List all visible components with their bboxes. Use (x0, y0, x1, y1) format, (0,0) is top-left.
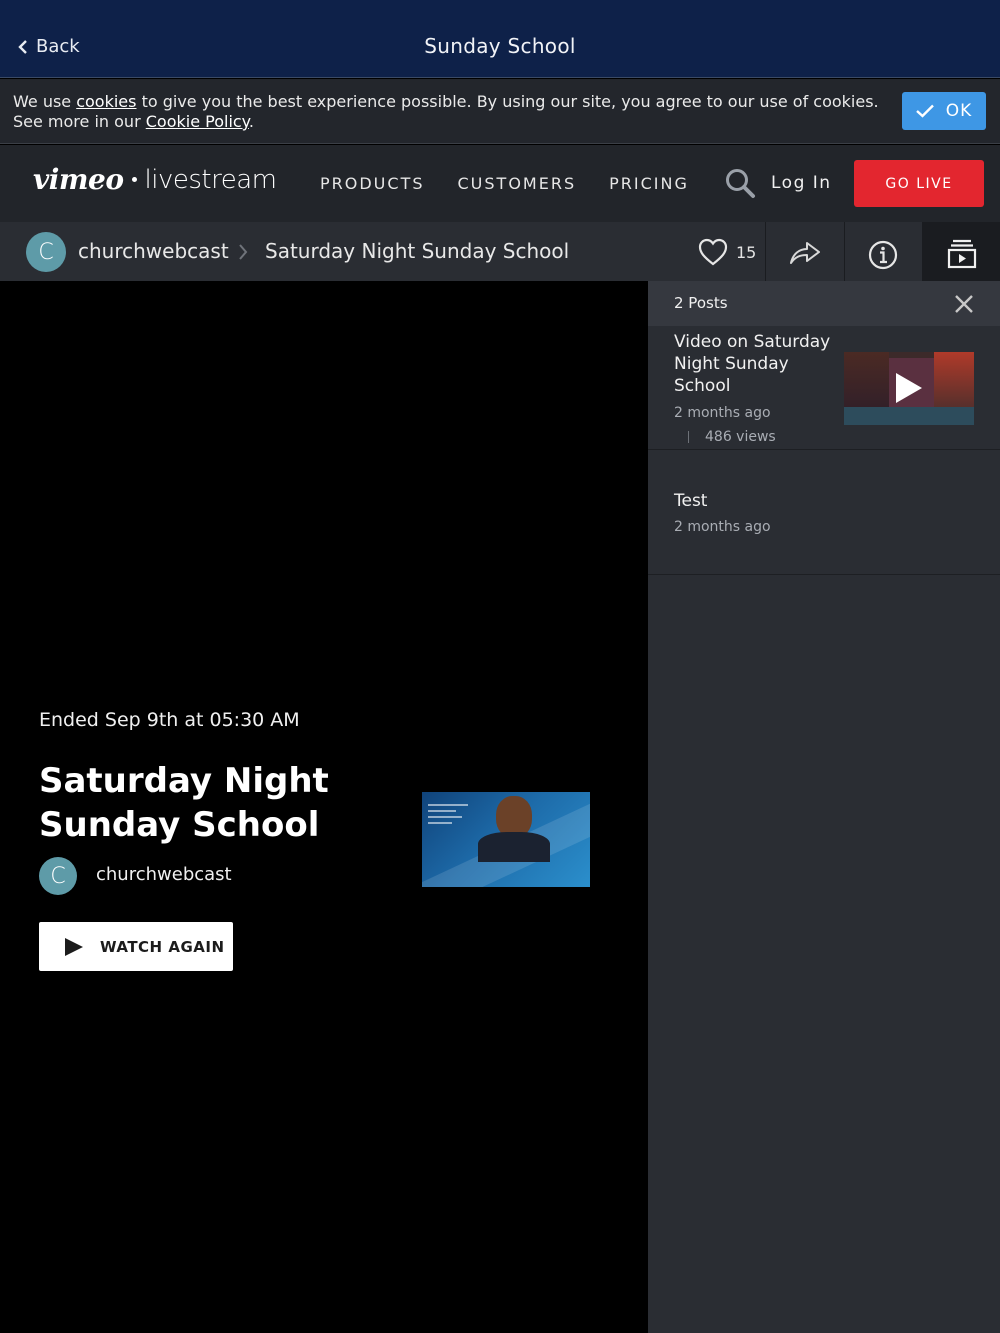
search-icon[interactable] (724, 167, 756, 199)
posts-tab[interactable] (922, 222, 1000, 281)
post-timestamp: 2 months ago (674, 405, 771, 421)
divider (765, 222, 766, 281)
post-video-thumbnail[interactable] (844, 352, 974, 425)
video-player-area: Ended Sep 9th at 05:30 AM Saturday Night… (0, 281, 648, 1333)
posts-count: 2 Posts (674, 294, 728, 312)
nav-links: PRODUCTS CUSTOMERS PRICING (320, 174, 689, 193)
like-count: 15 (736, 242, 757, 262)
post-views: 486 views (688, 429, 776, 445)
page-title: Sunday School (424, 34, 576, 58)
main-nav: vimeo livestream PRODUCTS CUSTOMERS PRIC… (0, 145, 1000, 222)
cookies-link[interactable]: cookies (76, 92, 136, 111)
divider (844, 222, 845, 281)
divider (688, 431, 689, 443)
cookie-message: We use cookies to give you the best expe… (13, 92, 883, 132)
vimeo-livestream-logo[interactable]: vimeo livestream (33, 163, 277, 196)
post-item[interactable]: Test 2 months ago (648, 451, 1000, 575)
post-title: Video on Saturday Night Sunday School (674, 332, 831, 396)
share-icon[interactable] (789, 239, 821, 265)
event-channel-name[interactable]: churchwebcast (96, 864, 232, 885)
go-live-button[interactable]: GO LIVE (854, 160, 984, 207)
cookie-policy-link[interactable]: Cookie Policy (146, 112, 249, 131)
nav-link-pricing[interactable]: PRICING (609, 174, 689, 193)
event-channel-avatar[interactable]: C (39, 857, 77, 895)
login-link[interactable]: Log In (771, 173, 832, 193)
cookie-ok-button[interactable]: OK (902, 92, 986, 130)
ok-label: OK (945, 101, 973, 121)
event-title: Saturday Night Sunday School (39, 761, 329, 845)
logo-livestream-text: livestream (144, 164, 277, 195)
close-icon[interactable] (954, 294, 974, 314)
heart-icon (698, 238, 728, 266)
cookie-banner: We use cookies to give you the best expe… (0, 79, 1000, 144)
nav-link-customers[interactable]: CUSTOMERS (458, 174, 577, 193)
nav-link-products[interactable]: PRODUCTS (320, 174, 425, 193)
cookie-text-part: . (248, 112, 254, 131)
post-item[interactable]: Video on Saturday Night Sunday School 2 … (648, 326, 1000, 450)
play-icon (896, 373, 922, 403)
logo-vimeo-text: vimeo (33, 163, 124, 196)
play-icon (65, 937, 83, 956)
watch-again-label: WATCH AGAIN (100, 937, 225, 956)
channel-avatar[interactable]: C (26, 232, 66, 272)
event-name-breadcrumb: Saturday Night Sunday School (265, 239, 570, 263)
checkmark-icon (915, 104, 934, 118)
cookie-text-part: We use (13, 92, 77, 111)
posts-panel-header: 2 Posts (648, 281, 1000, 326)
posts-playlist-icon (947, 239, 977, 269)
info-icon[interactable] (868, 240, 898, 270)
post-view-count: 486 views (705, 429, 776, 445)
logo-separator-dot (131, 177, 137, 182)
breadcrumb-chevron-icon (239, 244, 248, 260)
app-bar: Back Sunday School (0, 0, 1000, 78)
event-status: Ended Sep 9th at 05:30 AM (39, 709, 300, 731)
event-poster-image (422, 792, 590, 887)
cookie-text-part: to give you the best experience possible… (13, 92, 879, 131)
watch-again-button[interactable]: WATCH AGAIN (39, 922, 233, 971)
posts-panel: 2 Posts Video on Saturday Night Sunday S… (648, 281, 1000, 1333)
post-title: Test (674, 491, 708, 511)
like-button[interactable]: 15 (698, 238, 756, 266)
channel-name-link[interactable]: churchwebcast (78, 239, 229, 263)
channel-bar: C churchwebcast Saturday Night Sunday Sc… (0, 222, 1000, 281)
post-timestamp: 2 months ago (674, 519, 771, 535)
